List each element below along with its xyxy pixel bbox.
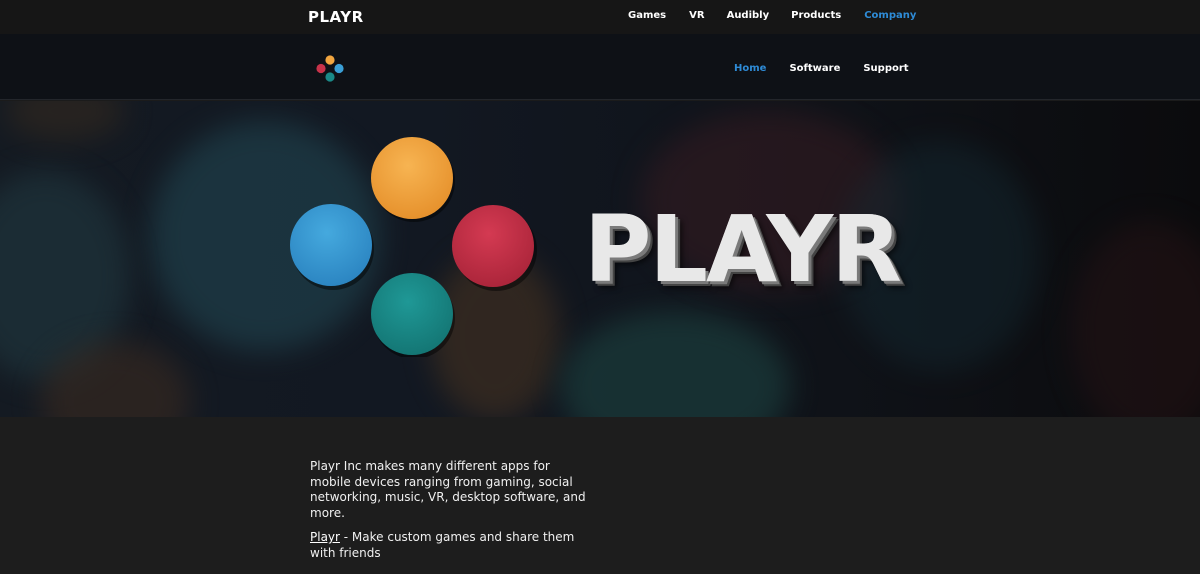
sub-nav: Home Software Support bbox=[734, 63, 909, 74]
sub-nav-software[interactable]: Software bbox=[789, 63, 840, 74]
sub-nav-bar bbox=[0, 34, 1200, 100]
top-nav-company[interactable]: Company bbox=[864, 10, 916, 21]
hero-orange-dot bbox=[371, 137, 453, 219]
bg-blob bbox=[1070, 221, 1200, 417]
hero-logo-icon bbox=[290, 137, 537, 357]
hero-blue-dot bbox=[290, 204, 372, 286]
product-description: - Make custom games and share them with … bbox=[310, 530, 575, 560]
logo-icon[interactable] bbox=[315, 54, 345, 84]
logo-teal-dot bbox=[325, 72, 335, 82]
top-nav-audibly[interactable]: Audibly bbox=[727, 10, 770, 21]
logo-orange-dot bbox=[325, 55, 335, 65]
hero-red-dot bbox=[452, 205, 534, 287]
intro-paragraph: Playr Inc makes many different apps for … bbox=[310, 459, 586, 520]
product-link-playr[interactable]: Playr bbox=[310, 530, 340, 544]
top-nav-vr[interactable]: VR bbox=[689, 10, 704, 21]
hero-teal-dot bbox=[371, 273, 453, 355]
top-nav: Games VR Audibly Products Company bbox=[628, 10, 916, 21]
top-nav-bar: PLAYR Games VR Audibly Products Company bbox=[0, 0, 1200, 34]
product-item-playr: Playr - Make custom games and share them… bbox=[310, 530, 600, 561]
top-nav-products[interactable]: Products bbox=[791, 10, 841, 21]
top-nav-games[interactable]: Games bbox=[628, 10, 666, 21]
logo-blue-dot bbox=[334, 63, 344, 74]
hero-wordmark: PLAYR bbox=[584, 196, 902, 303]
bg-blob bbox=[560, 311, 790, 417]
brand-logo-text[interactable]: PLAYR bbox=[308, 8, 364, 26]
sub-nav-home[interactable]: Home bbox=[734, 63, 766, 74]
content-section: Playr Inc makes many different apps for … bbox=[0, 417, 1200, 574]
bg-blob bbox=[5, 101, 125, 141]
sub-nav-support[interactable]: Support bbox=[863, 63, 908, 74]
logo-red-dot bbox=[316, 63, 326, 74]
